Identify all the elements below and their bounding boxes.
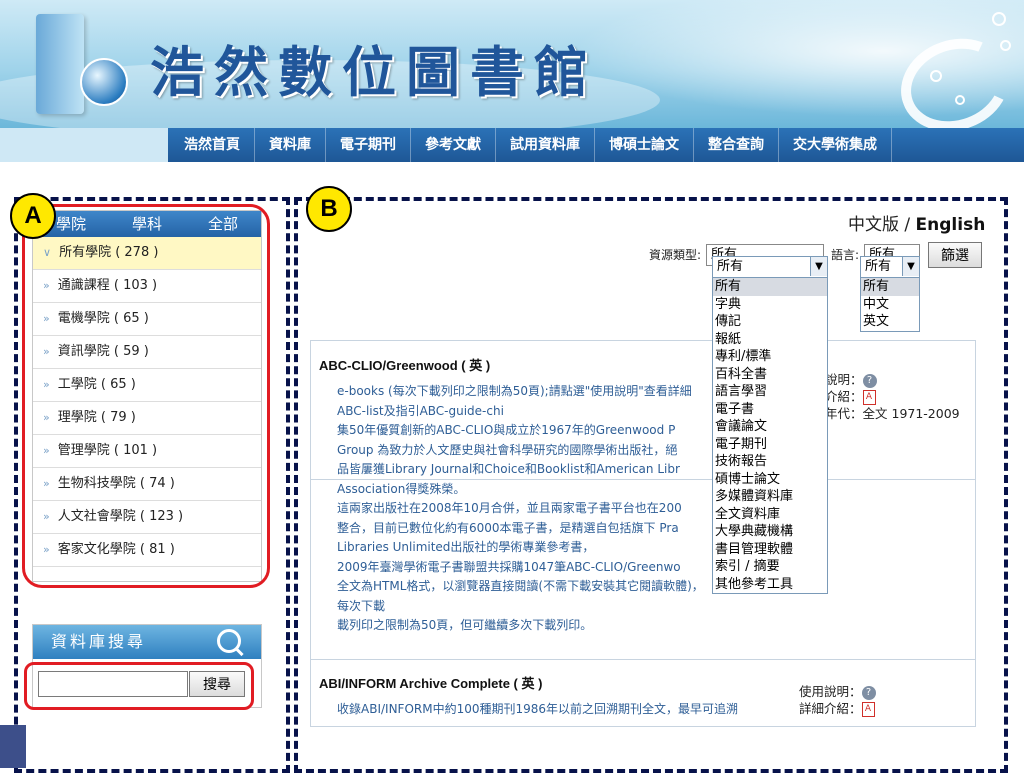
pdf-icon[interactable]: A: [861, 702, 875, 717]
language-switch: 中文版 / English: [848, 210, 985, 235]
nav-item-home[interactable]: 浩然首頁: [170, 128, 255, 162]
result-meta: 說明：? 介紹： A 年代：全文 1971-2009: [825, 371, 960, 422]
help-icon[interactable]: ?: [862, 373, 877, 388]
resource-type-option[interactable]: 多媒體資料庫: [713, 488, 827, 506]
language-option[interactable]: 英文: [861, 313, 919, 331]
help-icon[interactable]: ?: [861, 685, 876, 700]
resource-type-dropdown[interactable]: 所有 ▼ 所有 字典 傳記 報紙 專利/標準 百科全書 語言學習 電子書 會議論…: [712, 256, 828, 594]
result-desc-line: 收錄ABI/INFORM中約100種期刊1986年以前之回溯期刊全文，最早可追溯: [337, 702, 739, 716]
result-desc-line: 品皆屢獲Library Journal和Choice和Booklist和Amer…: [337, 462, 680, 476]
filter-button[interactable]: 篩選: [928, 242, 982, 268]
result-separator: [311, 479, 975, 480]
database-search-title: 資料庫搜尋: [51, 632, 147, 651]
nav-item-ejournals[interactable]: 電子期刊: [326, 128, 411, 162]
detail-label: 介紹：: [825, 389, 863, 404]
nav-left-strip: [0, 128, 168, 162]
usage-label: 使用說明：: [799, 684, 862, 699]
database-results: ABC-CLIO/Greenwood ( 英 ) e-books (每次下載列印…: [310, 340, 976, 727]
highlight-search-row: [24, 662, 254, 710]
chevron-down-icon[interactable]: ▼: [902, 257, 919, 276]
usage-label: 說明：: [825, 372, 863, 387]
result-desc-line: 集50年優質創新的ABC-CLIO與成立於1967年的Greenwood P: [337, 423, 676, 437]
language-dropdown-head[interactable]: 所有 ▼: [861, 257, 919, 278]
result-desc-line: 全文為HTML格式，以瀏覽器直接閱讀(不需下載安裝其它閱讀軟體)，每次下載: [337, 579, 704, 613]
main-nav: 浩然首頁 資料庫 電子期刊 參考文獻 試用資料庫 博碩士論文 整合查詢 交大學術…: [0, 128, 1024, 162]
language-current: 所有: [865, 259, 892, 274]
bubble-icon: [992, 12, 1006, 26]
result-desc-line: Group 為致力於人文歷史與社會科學研究的國際學術出版社，絕: [337, 442, 678, 457]
resource-type-option[interactable]: 會議論文: [713, 418, 827, 436]
result-description: e-books (每次下載列印之限制為50頁);請點選"使用說明"查看詳細 AB…: [337, 382, 709, 636]
resource-type-option[interactable]: 其他參考工具: [713, 576, 827, 594]
resource-type-option[interactable]: 碩博士論文: [713, 471, 827, 489]
result-desc-line: 整合，目前已數位化約有6000本電子書，是精選自包括旗下 Pra: [337, 520, 679, 535]
nav-item-theses[interactable]: 博碩士論文: [595, 128, 694, 162]
result-description: 收錄ABI/INFORM中約100種期刊1986年以前之回溯期刊全文，最早可追溯: [337, 700, 817, 720]
resource-type-option[interactable]: 全文資料庫: [713, 506, 827, 524]
result-meta: 使用說明：? 詳細介紹： A: [799, 683, 876, 717]
result-title[interactable]: ABI/INFORM Archive Complete ( 英 ): [319, 673, 975, 692]
resource-type-option[interactable]: 所有: [713, 278, 827, 296]
result-desc-line: 2009年臺灣學術電子書聯盟共採購1047筆ABC-CLIO/Greenwo: [337, 559, 681, 574]
resource-type-current: 所有: [717, 259, 744, 274]
nav-item-trial-databases[interactable]: 試用資料庫: [496, 128, 595, 162]
nav-item-federated-search[interactable]: 整合查詢: [694, 128, 779, 162]
annotation-badge-a: A: [10, 193, 56, 239]
highlight-category-panel: [22, 204, 270, 588]
resource-type-option[interactable]: 字典: [713, 296, 827, 314]
site-banner: 浩然數位圖書館: [0, 0, 1024, 128]
lang-separator: /: [899, 215, 916, 235]
language-option[interactable]: 所有: [861, 278, 919, 296]
bubble-icon: [1000, 40, 1011, 51]
resource-type-option[interactable]: 語言學習: [713, 383, 827, 401]
language-label: 語言:: [831, 248, 860, 262]
resource-type-option[interactable]: 電子期刊: [713, 436, 827, 454]
result-desc-line: Libraries Unlimited出版社的學術專業參考書，: [337, 540, 595, 554]
search-icon: [217, 629, 241, 653]
resource-type-option[interactable]: 索引 / 摘要: [713, 558, 827, 576]
resource-type-option[interactable]: 技術報告: [713, 453, 827, 471]
result-desc-line: 這兩家出版社在2008年10月合併，並且兩家電子書平台也在200: [337, 501, 682, 515]
pdf-icon[interactable]: A: [862, 390, 876, 405]
nav-item-nctu-ir[interactable]: 交大學術集成: [779, 128, 892, 162]
database-search-header: 資料庫搜尋: [33, 625, 261, 659]
resource-type-option[interactable]: 百科全書: [713, 366, 827, 384]
result-desc-line: 載列印之限制為50頁，但可繼續多次下載列印。: [337, 618, 593, 632]
bubble-icon: [930, 70, 942, 82]
nav-item-databases[interactable]: 資料庫: [255, 128, 326, 162]
resource-type-option[interactable]: 報紙: [713, 331, 827, 349]
result-desc-line[interactable]: ABC-list及指引ABC-guide-chi: [337, 402, 709, 422]
language-option[interactable]: 中文: [861, 296, 919, 314]
resource-type-option[interactable]: 傳記: [713, 313, 827, 331]
result-desc-line[interactable]: e-books (每次下載列印之限制為50頁);請點選"使用說明"查看詳細: [337, 382, 709, 402]
resource-type-option[interactable]: 大學典藏機構: [713, 523, 827, 541]
lang-en-link[interactable]: English: [916, 215, 986, 235]
resource-type-option[interactable]: 書目管理軟體: [713, 541, 827, 559]
years-value: 全文 1971-2009: [862, 406, 960, 421]
bubble-icon: [955, 95, 965, 105]
book-icon: [36, 14, 84, 114]
result-item: ABI/INFORM Archive Complete ( 英 ) 收錄ABI/…: [311, 659, 975, 720]
lang-zh-link[interactable]: 中文版: [848, 215, 899, 235]
nav-item-references[interactable]: 參考文獻: [411, 128, 496, 162]
chevron-down-icon[interactable]: ▼: [810, 257, 827, 276]
annotation-badge-b: B: [306, 186, 352, 232]
resource-type-option[interactable]: 電子書: [713, 401, 827, 419]
result-desc-line: Association得獎殊榮。: [337, 481, 466, 496]
resource-type-option[interactable]: 專利/標準: [713, 348, 827, 366]
globe-icon: [80, 58, 128, 106]
detail-label: 詳細介紹：: [799, 701, 862, 716]
resource-type-label: 資源類型:: [649, 248, 702, 262]
site-title[interactable]: 浩然數位圖書館: [150, 28, 598, 107]
years-label: 年代：: [825, 406, 863, 421]
resource-type-dropdown-head[interactable]: 所有 ▼: [713, 257, 827, 278]
language-dropdown[interactable]: 所有 ▼ 所有 中文 英文: [860, 256, 920, 332]
slide-edge: [0, 725, 26, 768]
